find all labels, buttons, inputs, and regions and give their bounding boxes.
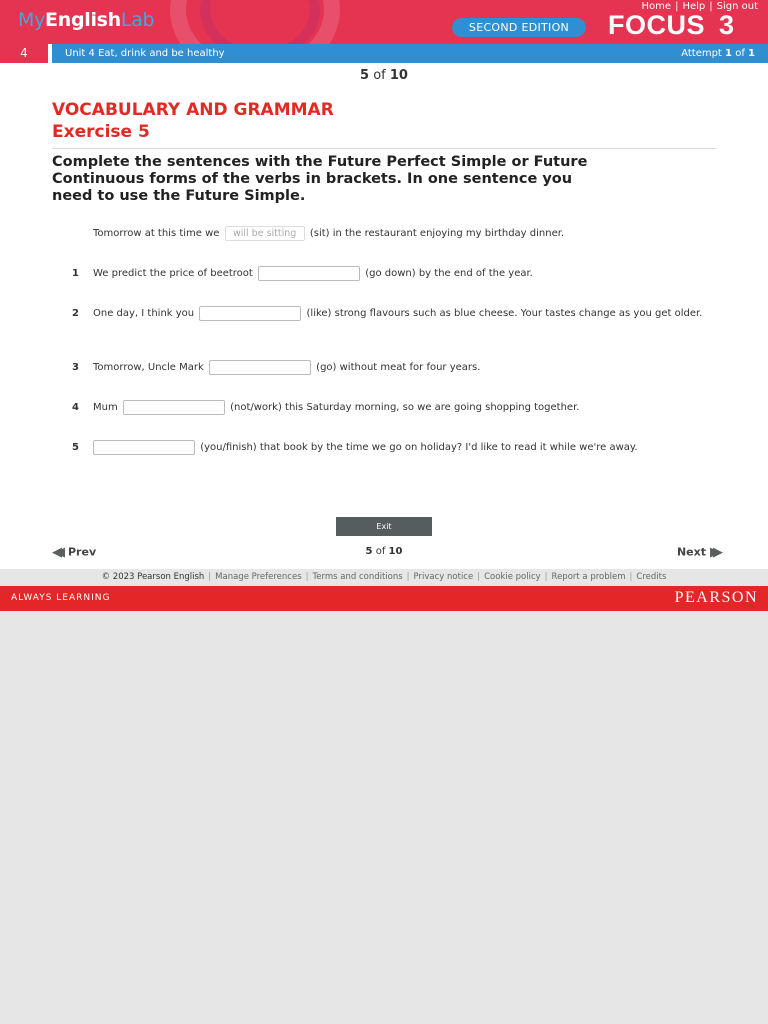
answer-input-3[interactable] <box>208 359 311 375</box>
exercise-title: Exercise 5 <box>52 122 150 142</box>
fast-forward-icon: ▶▶ <box>710 545 723 560</box>
edition-badge: SECOND EDITION <box>452 18 586 37</box>
unit-title: Unit 4 Eat, drink and be healthy <box>65 48 225 59</box>
myenglishlab-logo[interactable]: MyEnglishLab <box>18 9 155 31</box>
unit-number: 4 <box>0 44 48 63</box>
pearson-logo: PEARSON <box>674 589 758 606</box>
question-number: 4 <box>72 402 79 413</box>
attempt-indicator: Attempt 1 of 1 <box>681 48 755 59</box>
product-title: FOCUS 3 <box>608 10 735 40</box>
question-number: 2 <box>72 308 79 319</box>
pearson-footer-bar: ALWAYS LEARNING PEARSON <box>0 586 768 611</box>
tagline: ALWAYS LEARNING <box>11 593 111 603</box>
privacy-link[interactable]: Privacy notice <box>414 572 474 582</box>
copyright: © 2023 Pearson English <box>101 572 205 582</box>
question-number: 1 <box>72 268 79 279</box>
header-bar: MyEnglishLab Home | Help | Sign out SECOND E… <box>0 0 768 44</box>
answer-input-1[interactable] <box>258 265 361 281</box>
answer-input-5[interactable] <box>93 439 195 455</box>
answer-input-4[interactable] <box>122 399 225 415</box>
question-number: 5 <box>72 442 79 453</box>
question-number: 3 <box>72 362 79 373</box>
answer-input-2[interactable] <box>199 305 302 321</box>
example-answer: will be sitting <box>224 225 305 241</box>
exercise-panel: 5 of 10 VOCABULARY AND GRAMMAR Exercise … <box>0 63 768 569</box>
footer-links: © 2023 Pearson English | Manage Preference… <box>0 569 768 586</box>
manage-preferences-link[interactable]: Manage Preferences <box>215 572 301 582</box>
terms-link[interactable]: Terms and conditions <box>313 572 403 582</box>
next-button[interactable]: Next ▶▶ <box>677 545 723 560</box>
credits-link[interactable]: Credits <box>636 572 666 582</box>
page-counter-bottom: 5 of 10 <box>365 546 403 557</box>
section-title: VOCABULARY AND GRAMMAR <box>52 100 334 120</box>
exit-button[interactable]: Exit <box>336 517 432 536</box>
unit-title-bar: Unit 4 Eat, drink and be healthy Attempt… <box>52 44 768 63</box>
exercise-instructions: Complete the sentences with the Future P… <box>52 154 588 204</box>
page-counter-top: 5 of 10 <box>360 68 408 83</box>
cookie-policy-link[interactable]: Cookie policy <box>484 572 541 582</box>
decorative-swirl <box>200 0 320 44</box>
report-problem-link[interactable]: Report a problem <box>552 572 626 582</box>
divider <box>52 148 717 149</box>
unit-bar: 4 Unit 4 Eat, drink and be healthy Attem… <box>0 44 768 63</box>
